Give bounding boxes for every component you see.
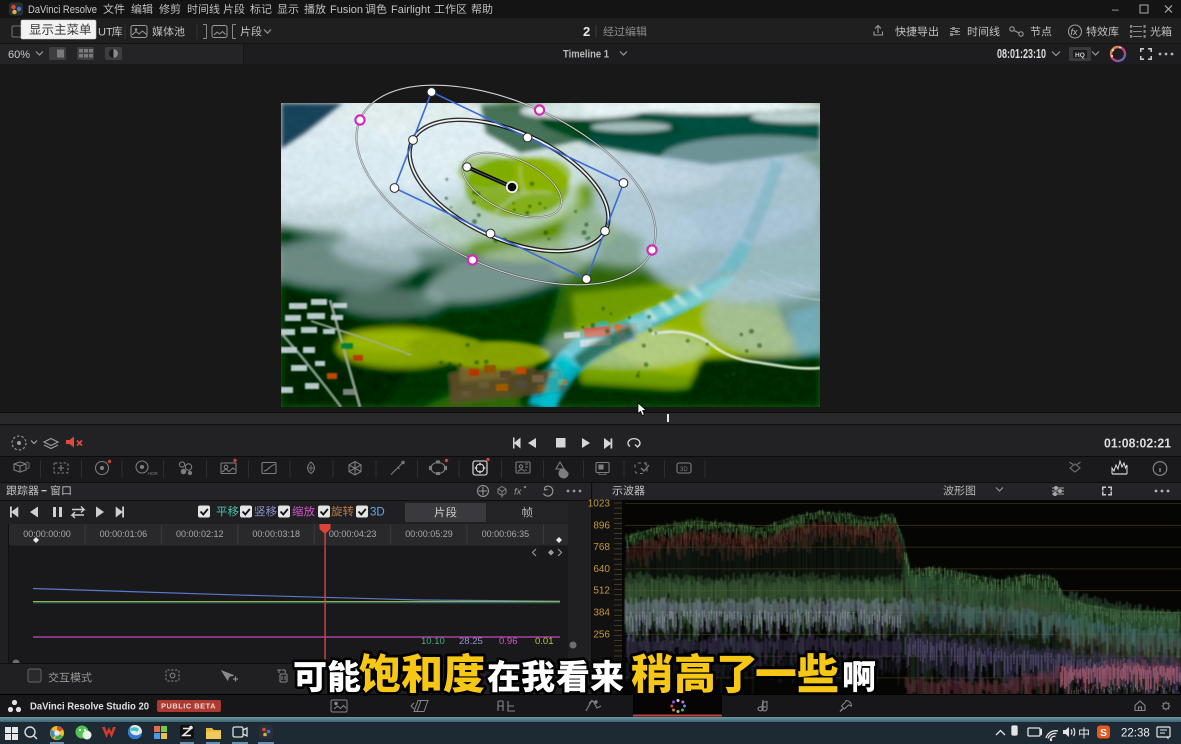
svg-text:UT: UT bbox=[98, 27, 113, 39]
svg-text:3D: 3D bbox=[370, 507, 385, 519]
svg-text:28.25: 28.25 bbox=[459, 636, 483, 647]
svg-text:Fusion: Fusion bbox=[330, 4, 363, 16]
svg-text:00:00:00:00: 00:00:00:00 bbox=[23, 529, 71, 539]
svg-text:640: 640 bbox=[593, 564, 610, 575]
svg-text:Fairlight: Fairlight bbox=[391, 4, 430, 16]
svg-text:Timeline 1: Timeline 1 bbox=[563, 49, 609, 61]
svg-text:HQ: HQ bbox=[1075, 52, 1085, 59]
svg-text:00:00:02:12: 00:00:02:12 bbox=[176, 529, 224, 539]
svg-text:–: – bbox=[1112, 2, 1119, 16]
svg-text:22:38: 22:38 bbox=[1121, 728, 1150, 740]
svg-text:256: 256 bbox=[593, 629, 610, 640]
svg-text:0.01: 0.01 bbox=[535, 636, 554, 647]
svg-text:10.10: 10.10 bbox=[421, 636, 445, 647]
svg-text:1023: 1023 bbox=[588, 499, 611, 510]
svg-text:fx: fx bbox=[1071, 27, 1079, 37]
svg-text:DaVinci Resolve: DaVinci Resolve bbox=[28, 4, 97, 16]
svg-text:00:00:05:29: 00:00:05:29 bbox=[405, 529, 453, 539]
svg-text:DaVinci Resolve Studio 20: DaVinci Resolve Studio 20 bbox=[30, 701, 149, 713]
svg-text:3D: 3D bbox=[680, 467, 688, 473]
svg-text:60%: 60% bbox=[8, 49, 30, 61]
svg-text:896: 896 bbox=[593, 520, 610, 531]
svg-text:HDR: HDR bbox=[148, 471, 158, 476]
svg-text:512: 512 bbox=[593, 586, 610, 597]
svg-text:2: 2 bbox=[583, 24, 590, 39]
svg-text:08:01:23:10: 08:01:23:10 bbox=[997, 47, 1046, 61]
svg-text:fx: fx bbox=[514, 487, 523, 498]
svg-text:01:08:02:21: 01:08:02:21 bbox=[1104, 437, 1171, 451]
svg-text:768: 768 bbox=[593, 542, 610, 553]
svg-text:00:00:03:18: 00:00:03:18 bbox=[252, 529, 300, 539]
svg-text:0.96: 0.96 bbox=[499, 636, 518, 647]
svg-text:00:00:04:23: 00:00:04:23 bbox=[329, 529, 377, 539]
svg-text:00:00:06:35: 00:00:06:35 bbox=[482, 529, 530, 539]
svg-text:PUBLIC BETA: PUBLIC BETA bbox=[161, 704, 216, 711]
svg-text:S: S bbox=[1100, 727, 1107, 739]
svg-text:384: 384 bbox=[593, 608, 610, 619]
svg-text:00:00:01:06: 00:00:01:06 bbox=[100, 529, 148, 539]
